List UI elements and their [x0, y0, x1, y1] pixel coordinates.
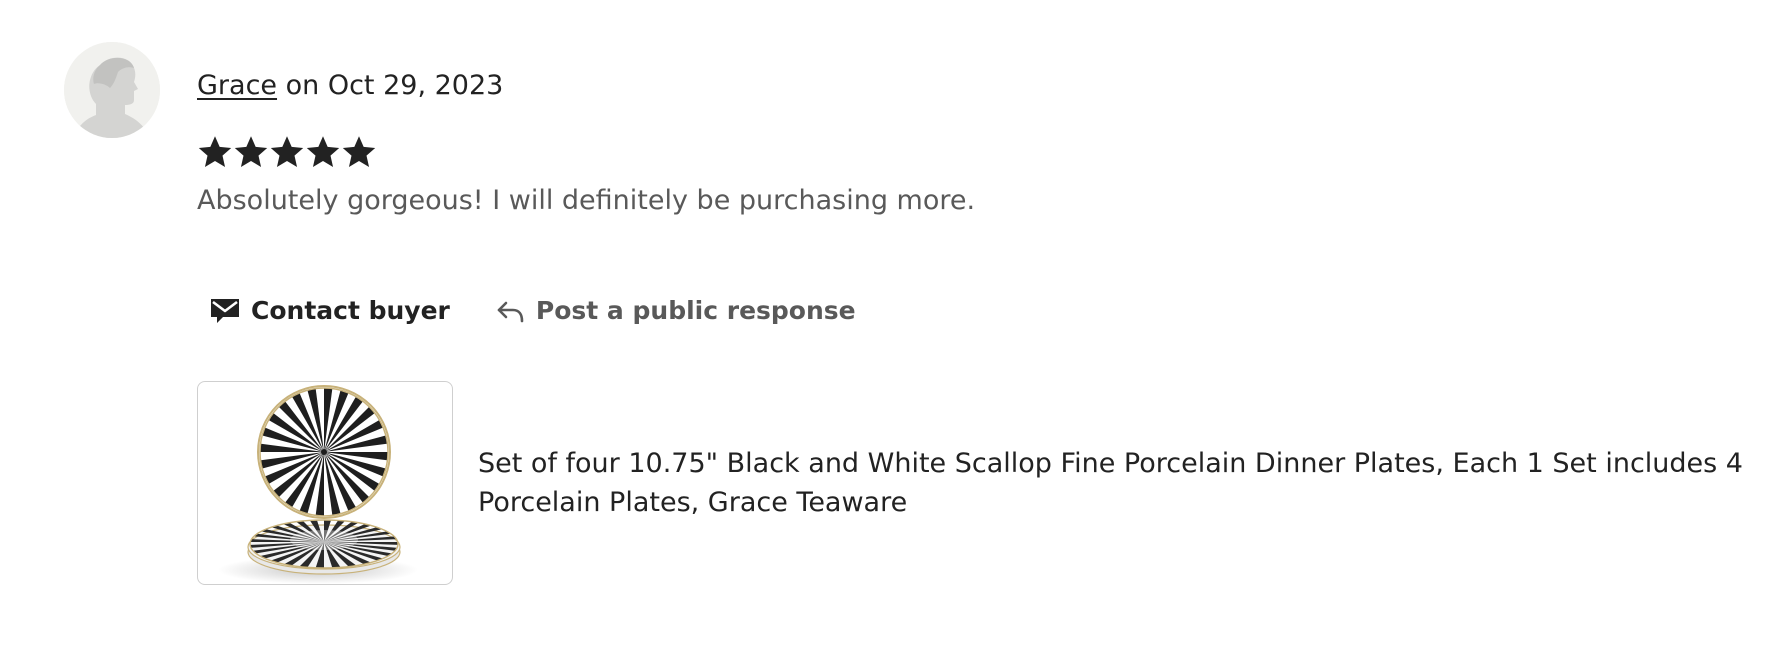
- review-actions: Contact buyer Post a public response: [197, 288, 870, 332]
- envelope-icon: [209, 294, 241, 326]
- product-title-link[interactable]: Set of four 10.75" Black and White Scall…: [478, 444, 1772, 522]
- avatar: [64, 42, 160, 138]
- reviewed-product: Set of four 10.75" Black and White Scall…: [197, 381, 1772, 585]
- star-filled-icon: [198, 136, 232, 167]
- review-date: on Oct 29, 2023: [277, 70, 504, 101]
- review-text: Absolutely gorgeous! I will definitely b…: [197, 185, 976, 216]
- avatar-silhouette-icon: [64, 42, 160, 138]
- plate-image: [218, 385, 418, 584]
- product-thumbnail[interactable]: [197, 381, 453, 585]
- contact-buyer-label: Contact buyer: [251, 295, 450, 325]
- star-filled-icon: [342, 136, 376, 167]
- review-card: Grace on Oct 29, 2023 Absolutely gorgeou…: [0, 0, 1772, 646]
- star-filled-icon: [306, 136, 340, 167]
- star-rating: [197, 134, 377, 170]
- contact-buyer-button[interactable]: Contact buyer: [197, 288, 464, 332]
- star-filled-icon: [270, 136, 304, 167]
- review-meta: Grace on Oct 29, 2023: [197, 66, 503, 106]
- post-public-response-label: Post a public response: [535, 295, 856, 325]
- post-public-response-button[interactable]: Post a public response: [482, 288, 870, 332]
- reply-arrow-icon: [494, 294, 526, 326]
- reviewer-name-link[interactable]: Grace: [197, 70, 277, 101]
- star-filled-icon: [234, 136, 268, 167]
